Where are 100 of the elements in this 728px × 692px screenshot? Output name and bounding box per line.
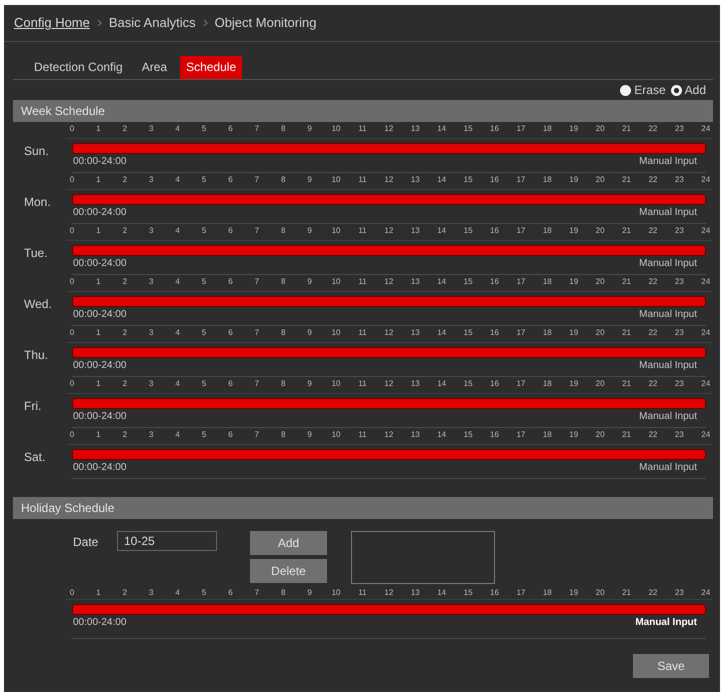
- hour-label: 10: [330, 174, 342, 186]
- hour-label: 10: [330, 225, 342, 237]
- holiday-list-box[interactable]: [351, 531, 495, 584]
- hour-label: 16: [489, 123, 500, 135]
- radio-option[interactable]: Add: [670, 81, 706, 99]
- hour-label: 9: [306, 587, 313, 599]
- time-range: 00:00-24:00: [72, 359, 126, 373]
- tab[interactable]: Schedule: [180, 56, 242, 79]
- hour-label: 9: [306, 378, 313, 390]
- hour-label: 1: [95, 327, 102, 339]
- hour-label: 0: [68, 276, 76, 288]
- manual-input-link[interactable]: Manual Input: [639, 257, 706, 271]
- manual-input-link[interactable]: Manual Input: [639, 461, 706, 475]
- hour-label: 11: [357, 225, 368, 237]
- holiday-button[interactable]: Add: [250, 531, 327, 555]
- hour-label: 24: [700, 225, 712, 237]
- hour-label: 7: [254, 327, 260, 339]
- hour-label: 10: [330, 378, 342, 390]
- manual-input-link[interactable]: Manual Input: [639, 308, 706, 322]
- hour-label: 18: [542, 587, 553, 599]
- hour-label: 24: [700, 429, 712, 441]
- hour-label: 18: [542, 123, 553, 135]
- manual-input-link[interactable]: Manual Input: [635, 616, 706, 630]
- hour-label: 3: [148, 429, 154, 441]
- hour-label: 23: [674, 327, 685, 339]
- tab[interactable]: Detection Config: [28, 56, 129, 79]
- hour-label: 12: [383, 225, 394, 237]
- hour-label: 1: [95, 276, 102, 288]
- hour-label: 16: [489, 429, 500, 441]
- hour-label: 9: [306, 429, 313, 441]
- hour-label: 7: [254, 225, 260, 237]
- hour-label: 18: [542, 225, 553, 237]
- manual-input-link[interactable]: Manual Input: [639, 359, 706, 373]
- hour-label: 21: [621, 276, 632, 288]
- hour-label: 8: [280, 327, 286, 339]
- hour-label: 11: [357, 429, 368, 441]
- hour-label: 1: [95, 587, 102, 599]
- hour-label: 20: [594, 327, 606, 339]
- manual-input-link[interactable]: Manual Input: [639, 206, 706, 220]
- hour-label: 5: [200, 123, 208, 135]
- hour-label: 10: [330, 327, 342, 339]
- hour-label: 3: [148, 378, 154, 390]
- hour-label: 21: [621, 123, 632, 135]
- hour-label: 14: [436, 123, 448, 135]
- hour-label: 12: [383, 123, 394, 135]
- hour-label: 15: [462, 123, 474, 135]
- date-input[interactable]: 10-25: [117, 531, 217, 551]
- hour-label: 5: [200, 276, 208, 288]
- hour-label: 7: [254, 123, 260, 135]
- manual-input-link[interactable]: Manual Input: [639, 155, 706, 169]
- hour-label: 14: [436, 429, 448, 441]
- hour-label: 12: [383, 378, 394, 390]
- chevron-icon: [96, 19, 102, 27]
- hour-label: 24: [700, 123, 712, 135]
- hour-label: 15: [462, 587, 474, 599]
- hour-label: 15: [462, 429, 474, 441]
- hour-label: 14: [436, 225, 448, 237]
- hour-label: 11: [357, 276, 368, 288]
- hour-label: 6: [227, 225, 234, 237]
- hour-label: 8: [280, 225, 286, 237]
- hour-label: 23: [674, 378, 685, 390]
- hour-label: 10: [330, 276, 342, 288]
- hour-label: 14: [436, 327, 448, 339]
- tab[interactable]: Area: [136, 56, 174, 79]
- hour-label: 7: [254, 587, 260, 599]
- hour-label: 16: [489, 378, 500, 390]
- date-label: Date: [73, 534, 100, 551]
- hour-label: 24: [700, 587, 712, 599]
- manual-input-link[interactable]: Manual Input: [639, 410, 706, 424]
- breadcrumb-link[interactable]: Config Home: [14, 13, 90, 33]
- hour-label: 3: [148, 174, 154, 186]
- hour-label: 3: [148, 276, 154, 288]
- hour-label: 20: [594, 174, 606, 186]
- radio-option[interactable]: Erase: [620, 81, 666, 99]
- holiday-button[interactable]: Delete: [250, 559, 327, 583]
- hour-label: 0: [68, 587, 76, 599]
- hour-label: 13: [410, 276, 421, 288]
- hour-label: 21: [621, 225, 632, 237]
- hour-label: 20: [594, 378, 606, 390]
- hour-label: 17: [515, 123, 526, 135]
- hour-label: 21: [621, 587, 632, 599]
- hour-label: 8: [280, 276, 286, 288]
- hour-label: 9: [306, 225, 313, 237]
- hour-label: 18: [542, 174, 553, 186]
- hour-label: 4: [174, 225, 181, 237]
- hour-label: 3: [148, 225, 154, 237]
- hour-label: 4: [174, 276, 181, 288]
- time-range: 00:00-24:00: [72, 257, 126, 271]
- hour-label: 3: [148, 587, 154, 599]
- save-button[interactable]: Save: [633, 654, 709, 678]
- hour-label: 3: [148, 123, 154, 135]
- hour-label: 13: [410, 429, 421, 441]
- hour-label: 13: [410, 225, 421, 237]
- hour-label: 1: [95, 123, 102, 135]
- hour-label: 5: [200, 378, 208, 390]
- hour-label: 17: [515, 276, 526, 288]
- hour-label: 16: [489, 327, 500, 339]
- hour-label: 17: [515, 429, 526, 441]
- hour-label: 8: [280, 587, 286, 599]
- hour-label: 0: [68, 327, 76, 339]
